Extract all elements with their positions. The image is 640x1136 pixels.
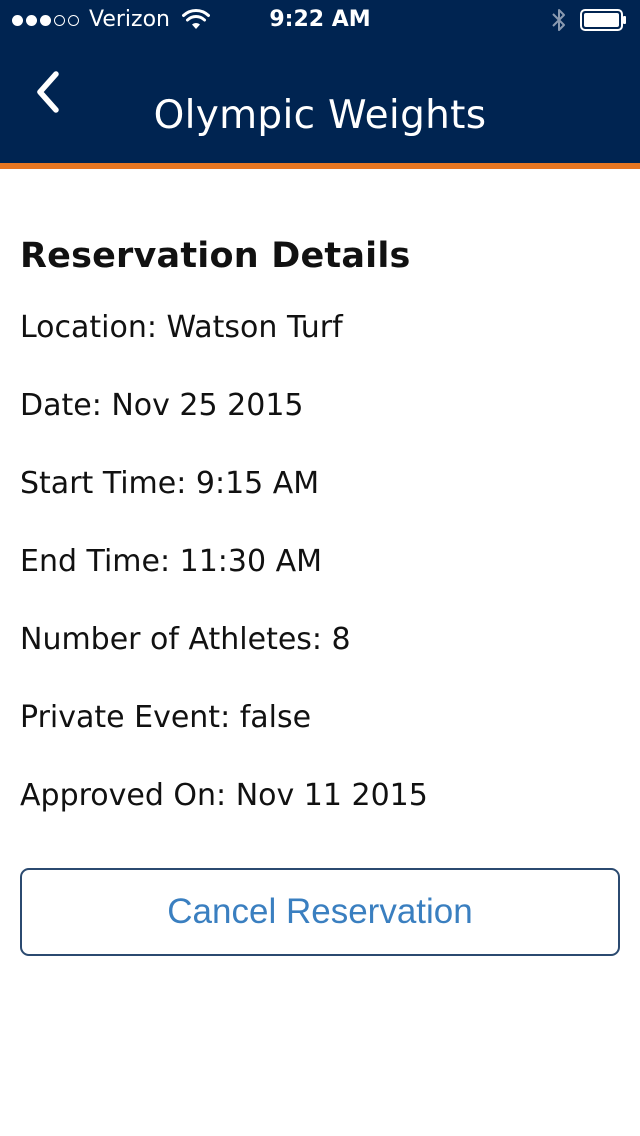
section-heading: Reservation Details (20, 236, 411, 276)
status-time: 9:22 AM (269, 7, 371, 32)
detail-private-event: Private Event: false (20, 700, 312, 735)
cancel-reservation-button[interactable]: Cancel Reservation (20, 868, 620, 956)
page-title: Olympic Weights (153, 93, 487, 139)
detail-date: Date: Nov 25 2015 (20, 388, 304, 423)
bluetooth-icon (552, 9, 565, 31)
reservation-details: Reservation Details Location: Watson Tur… (20, 228, 620, 852)
status-bar: Verizon 9:22 AM (0, 0, 640, 40)
detail-athlete-count: Number of Athletes: 8 (20, 622, 351, 657)
detail-location: Location: Watson Turf (20, 310, 343, 345)
detail-start-time: Start Time: 9:15 AM (20, 466, 320, 501)
nav-header: Verizon 9:22 AM Olympic Weights (0, 0, 640, 163)
header-accent-bar (0, 163, 640, 169)
battery-icon (580, 9, 626, 31)
detail-approved-on: Approved On: Nov 11 2015 (20, 778, 428, 813)
detail-end-time: End Time: 11:30 AM (20, 544, 323, 579)
